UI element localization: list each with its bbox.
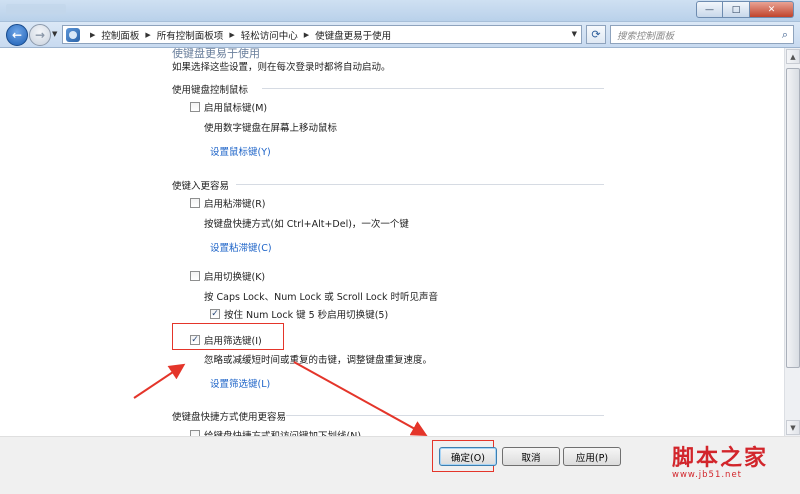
section-divider <box>286 415 604 416</box>
vertical-scrollbar[interactable]: ▲ ▼ <box>784 48 800 436</box>
close-button[interactable]: ✕ <box>750 1 794 18</box>
setup-mousekeys-link[interactable]: 设置鼠标键(Y) <box>210 144 271 158</box>
window-controls: — □ ✕ <box>696 1 794 18</box>
stickykeys-checkbox-row[interactable]: 启用粘滞键(R) <box>190 196 266 210</box>
togglekeys-description: 按 Caps Lock、Num Lock 或 Scroll Lock 时听见声音 <box>204 292 438 303</box>
togglekeys-numlock-row[interactable]: ✓ 按住 Num Lock 键 5 秒启用切换键(5) <box>210 307 388 321</box>
breadcrumb-ease-of-access[interactable]: 轻松访问中心 <box>241 28 298 42</box>
scroll-thumb[interactable] <box>786 68 800 368</box>
cancel-button[interactable]: 取消 <box>502 447 560 466</box>
section-heading-typing: 使键入更容易 <box>172 181 230 192</box>
title-bar: — □ ✕ <box>0 0 800 22</box>
section-divider <box>236 184 604 185</box>
mousekeys-label: 启用鼠标键(M) <box>204 103 268 114</box>
minimize-button[interactable]: — <box>696 1 723 18</box>
window-caption <box>6 4 66 14</box>
watermark: 脚本之家 www.jb51.net <box>672 440 796 480</box>
apply-button[interactable]: 应用(P) <box>563 447 621 466</box>
mousekeys-checkbox-row[interactable]: 启用鼠标键(M) <box>190 100 267 114</box>
stickykeys-label: 启用粘滞键(R) <box>204 199 266 210</box>
annotation-highlight-box <box>172 323 284 350</box>
chevron-down-icon: ▼ <box>52 30 58 38</box>
address-box[interactable]: ▶ 控制面板 ▶ 所有控制面板项 ▶ 轻松访问中心 ▶ 使键盘更易于使用 ▼ <box>62 25 582 44</box>
stickykeys-description: 按键盘快捷方式(如 Ctrl+Alt+Del)，一次一个键 <box>204 219 409 230</box>
stickykeys-checkbox[interactable] <box>190 198 200 208</box>
address-dropdown-icon[interactable]: ▼ <box>572 30 577 38</box>
togglekeys-checkbox-row[interactable]: 启用切换键(K) <box>190 269 265 283</box>
chevron-right-icon: ▶ <box>90 30 96 39</box>
main-content: 使键盘更易于使用 如果选择这些设置，则在每次登录时都将自动启动。 使用键盘控制鼠… <box>0 48 784 436</box>
watermark-url: www.jb51.net <box>672 470 743 480</box>
back-arrow-icon: ← <box>11 28 23 42</box>
section-heading-shortcuts: 使键盘快捷方式使用更容易 <box>172 412 287 423</box>
togglekeys-numlock-label: 按住 Num Lock 键 5 秒启用切换键(5) <box>224 310 389 321</box>
breadcrumb-current[interactable]: 使键盘更易于使用 <box>315 28 391 42</box>
scroll-down-button[interactable]: ▼ <box>786 420 800 435</box>
section-divider <box>262 88 604 89</box>
maximize-button[interactable]: □ <box>723 1 750 18</box>
chevron-right-icon: ▶ <box>303 30 310 39</box>
mousekeys-description: 使用数字键盘在屏幕上移动鼠标 <box>204 123 338 134</box>
setup-filterkeys-link[interactable]: 设置筛选键(L) <box>210 376 270 390</box>
chevron-right-icon: ▶ <box>145 30 151 39</box>
breadcrumb-control-panel[interactable]: 控制面板 <box>101 28 139 42</box>
underline-shortcuts-label: 给键盘快捷方式和访问键加下划线(N) <box>204 428 361 436</box>
forward-button[interactable]: → <box>29 24 51 46</box>
watermark-title: 脚本之家 <box>672 445 769 471</box>
close-icon: ✕ <box>767 4 776 15</box>
underline-shortcuts-row[interactable]: 给键盘快捷方式和访问键加下划线(N) <box>190 428 361 436</box>
scroll-down-icon: ▼ <box>790 423 796 432</box>
setup-stickykeys-link[interactable]: 设置粘滞键(C) <box>210 240 272 254</box>
refresh-button[interactable]: ⟳ <box>586 25 606 44</box>
scroll-up-icon: ▲ <box>790 52 796 61</box>
togglekeys-numlock-checkbox[interactable]: ✓ <box>210 309 220 319</box>
search-input[interactable]: 搜索控制面板 ⌕ <box>610 25 794 44</box>
recent-pages-dropdown[interactable]: ▼ <box>52 30 57 38</box>
address-bar: ← → ▼ ▶ 控制面板 ▶ 所有控制面板项 ▶ 轻松访问中心 ▶ 使键盘更易于… <box>0 22 800 48</box>
breadcrumb-all-items[interactable]: 所有控制面板项 <box>157 28 224 42</box>
search-icon[interactable]: ⌕ <box>782 28 788 42</box>
mousekeys-checkbox[interactable] <box>190 102 200 112</box>
maximize-icon: □ <box>731 4 741 15</box>
togglekeys-checkbox[interactable] <box>190 271 200 281</box>
minimize-icon: — <box>705 4 714 15</box>
scroll-up-button[interactable]: ▲ <box>786 49 800 64</box>
forward-arrow-icon: → <box>34 28 46 42</box>
section-heading-mouse: 使用键盘控制鼠标 <box>172 85 249 96</box>
togglekeys-label: 启用切换键(K) <box>204 272 266 283</box>
ok-button[interactable]: 确定(O) <box>439 447 497 466</box>
control-panel-icon <box>66 27 80 42</box>
filterkeys-description: 忽略或减缓短时间或重复的击键，调整键盘重复速度。 <box>204 355 433 366</box>
back-button[interactable]: ← <box>6 24 28 46</box>
search-placeholder: 搜索控制面板 <box>617 30 675 42</box>
page-intro: 如果选择这些设置，则在每次登录时都将自动启动。 <box>172 62 391 73</box>
chevron-right-icon: ▶ <box>229 30 235 39</box>
refresh-icon: ⟳ <box>591 28 601 41</box>
